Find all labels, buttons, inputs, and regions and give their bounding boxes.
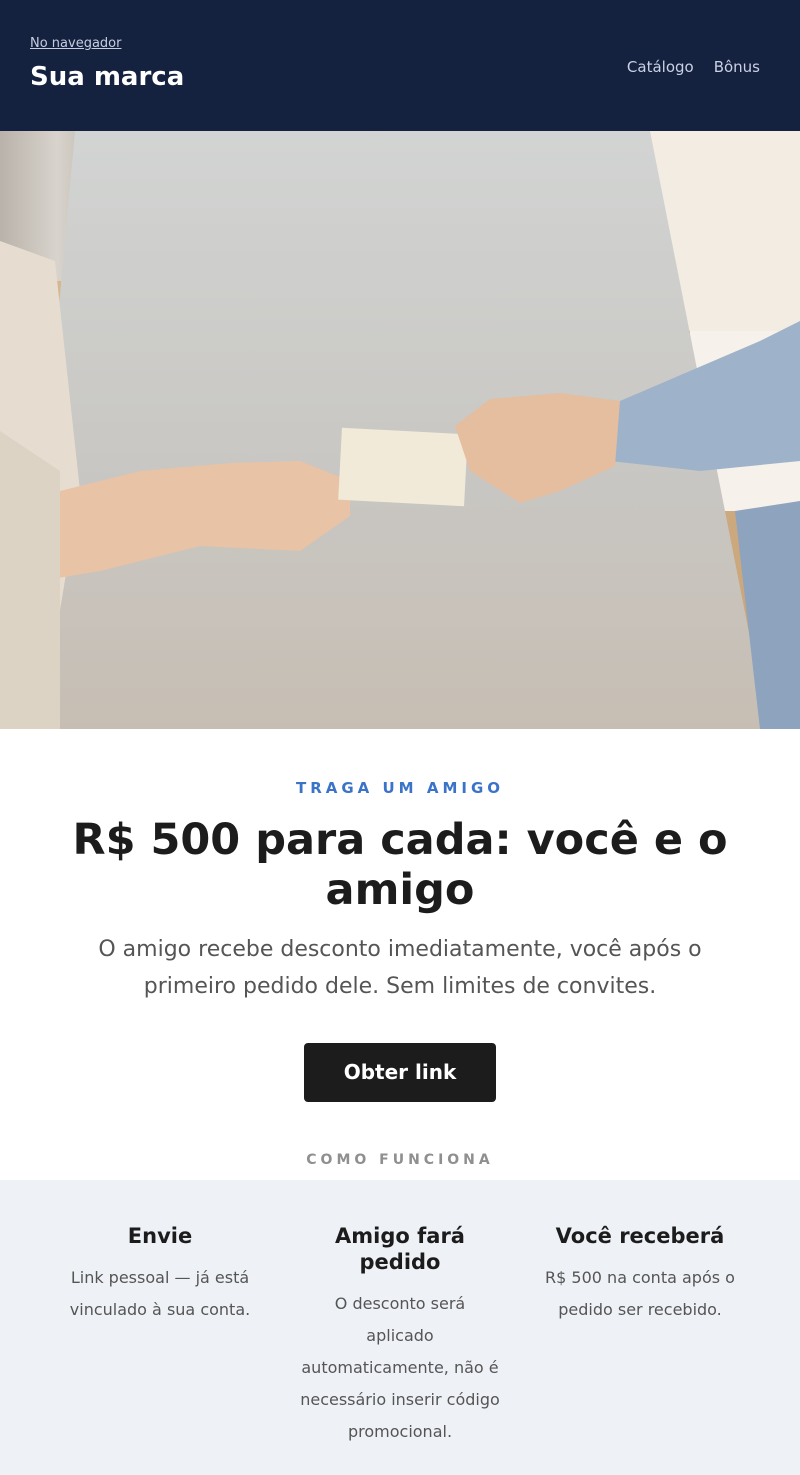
promo-section: TRAGA UM AMIGO R$ 500 para cada: você e … — [0, 729, 800, 1102]
step-title: Envie — [127, 1224, 193, 1248]
step-title: Amigo fará pedido — [335, 1224, 465, 1274]
how-it-works-title: COMO FUNCIONA — [306, 1152, 494, 1168]
step-text: Link pessoal — já está vinculado à sua c… — [69, 1268, 251, 1319]
step-send: Envie Link pessoal — já está vinculado à… — [40, 1180, 280, 1475]
open-in-browser-link[interactable]: No navegador — [30, 36, 121, 51]
site-header: No navegador Sua marca Catálogo Bônus — [0, 0, 800, 131]
promo-eyebrow: TRAGA UM AMIGO — [295, 779, 505, 797]
nav-item-catalogo[interactable]: Catálogo — [627, 58, 694, 76]
step-you-receive: Você receberá R$ 500 na conta após o ped… — [520, 1180, 760, 1475]
how-it-works-steps: Envie Link pessoal — já está vinculado à… — [0, 1180, 800, 1475]
hands-passing-card-photo — [0, 131, 800, 729]
promo-subtext: O amigo recebe desconto imediatamente, v… — [98, 937, 702, 999]
brand-logo[interactable]: Sua marca — [30, 62, 184, 92]
step-text: R$ 500 na conta após o pedido ser recebi… — [545, 1268, 735, 1319]
main-nav: Catálogo Bônus — [627, 58, 760, 76]
step-friend-orders: Amigo fará pedido O desconto será aplica… — [280, 1180, 520, 1475]
get-link-button[interactable]: Obter link — [304, 1043, 496, 1102]
step-text: O desconto será aplicado automaticamente… — [300, 1294, 500, 1441]
nav-item-bonus[interactable]: Bônus — [714, 58, 760, 76]
promo-headline: R$ 500 para cada: você e o amigo — [72, 815, 728, 915]
hero-image — [0, 131, 800, 729]
step-title: Você receberá — [555, 1224, 725, 1248]
